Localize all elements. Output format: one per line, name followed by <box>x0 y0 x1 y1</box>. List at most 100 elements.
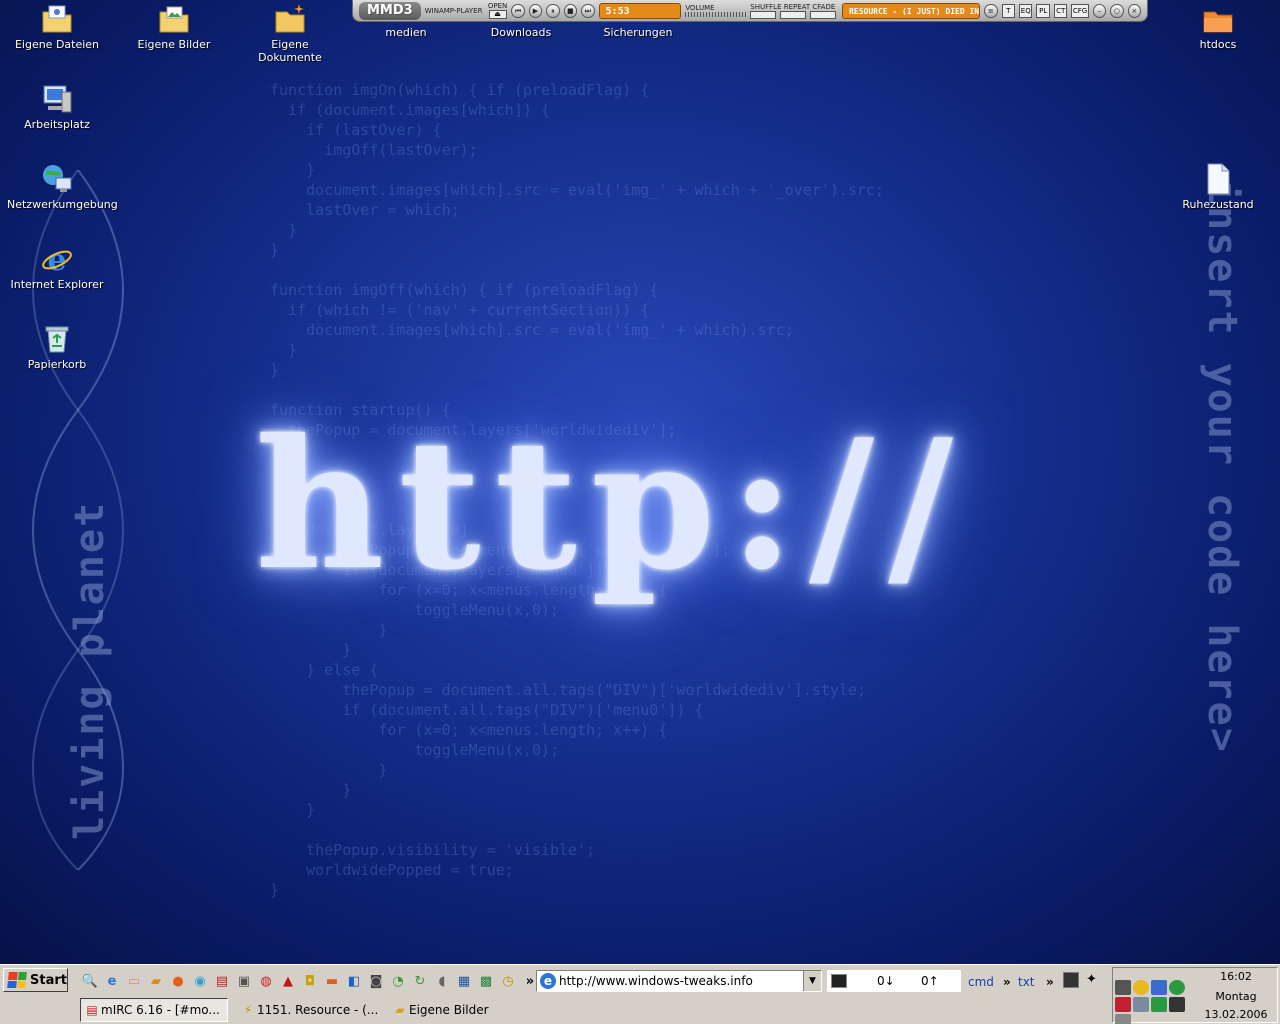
windows-flag-icon <box>7 972 27 988</box>
opera-icon[interactable]: ◍ <box>256 971 276 991</box>
display-tray-icon[interactable] <box>1133 997 1149 1012</box>
task-mirc[interactable]: ▤ mIRC 6.16 - [#mo... <box>80 998 228 1022</box>
restore-icon[interactable]: ○ <box>1110 3 1124 18</box>
desktop-icon-label: Sicherungen <box>603 26 673 39</box>
stop-button[interactable]: ■ <box>563 3 578 18</box>
next-button[interactable]: ⏭ <box>581 3 595 18</box>
desktop-icon-label: Eigene Dateien <box>14 38 100 51</box>
desktop-icon-downloads[interactable]: Downloads <box>471 26 571 39</box>
network-meter: 0↓ 0↑ <box>827 970 961 992</box>
network-graph-icon <box>831 974 847 988</box>
app-tray-icon-2[interactable]: ✦ <box>1086 972 1102 988</box>
app-icon-1[interactable]: ◘ <box>300 971 320 991</box>
task-resource[interactable]: ⚡ 1151. Resource - (... <box>236 998 384 1022</box>
prev-button[interactable]: ⏮ <box>511 3 525 18</box>
folder-quick-icon[interactable]: ▭ <box>124 971 144 991</box>
desktop-icon-arbeitsplatz[interactable]: Arbeitsplatz <box>7 82 107 131</box>
folder-task-icon: ▰ <box>395 1003 405 1017</box>
desktop-icon-htdocs[interactable]: htdocs <box>1168 2 1268 51</box>
refresh-icon[interactable]: ↻ <box>410 971 430 991</box>
play-button[interactable]: ▶ <box>528 3 543 18</box>
mirc-icon[interactable]: ▤ <box>212 971 232 991</box>
menu-icon[interactable]: ≡ <box>984 3 998 18</box>
chevron-down-icon[interactable]: ▼ <box>803 971 821 991</box>
search-icon[interactable]: 🔍 <box>80 971 100 991</box>
network-quick-icon[interactable]: ▦ <box>454 971 474 991</box>
camera-icon[interactable]: ◙ <box>366 971 386 991</box>
desktop-icon-eigene-dokumente[interactable]: Eigene Dokumente <box>240 2 340 64</box>
app-icon-4[interactable]: ◔ <box>388 971 408 991</box>
close-icon[interactable]: × <box>1127 3 1142 18</box>
globe-tray-icon[interactable] <box>1169 980 1185 995</box>
task-eigene-bilder[interactable]: ▰ Eigene Bilder <box>388 998 536 1022</box>
shuffle-toggle[interactable] <box>750 10 777 19</box>
monitor-tray-icon[interactable] <box>1169 997 1185 1012</box>
quick-launch: 🔍 e ▭ ▰ ● ◉ ▤ ▣ ◍ ▲ ◘ ▬ ◧ ◙ ◔ ↻ ◖ ▦ ▩ ◷ … <box>80 970 540 992</box>
desktop-icon-label: Netzwerkumgebung <box>7 198 118 211</box>
explorer-quick-icon[interactable]: ▰ <box>146 971 166 991</box>
shuffle-repeat-group[interactable]: SHUFFLE REPEAT CFADE <box>750 3 838 19</box>
player-btn-pl[interactable]: PL <box>1036 3 1050 18</box>
desktop-icon-sicherungen[interactable]: Sicherungen <box>588 26 688 39</box>
start-button[interactable]: Start <box>3 968 68 992</box>
volume-slider[interactable]: VOLUME <box>685 4 747 17</box>
folder-orange-icon <box>1203 11 1233 33</box>
desktop-icon-netzwerkumgebung[interactable]: Netzwerkumgebung <box>7 162 118 211</box>
svg-text:e: e <box>47 243 66 276</box>
txt-toolbar[interactable]: txt <box>1018 975 1035 989</box>
camera-tray-icon[interactable] <box>1115 980 1131 995</box>
folder-documents-icon <box>42 5 72 33</box>
clock-tray-icon[interactable] <box>1133 980 1149 995</box>
mouse-icon[interactable]: ◖ <box>432 971 452 991</box>
recycle-bin-icon <box>45 326 69 353</box>
player-open[interactable]: OPEN ⏏ <box>488 2 507 19</box>
minimize-icon[interactable]: – <box>1092 3 1107 18</box>
chevron-right-icon[interactable]: » <box>1046 975 1054 989</box>
winamp-task-icon: ⚡ <box>243 1003 253 1017</box>
messenger-icon[interactable]: ◉ <box>190 971 210 991</box>
tray-icons <box>1115 980 1195 1024</box>
app-tray-icon[interactable] <box>1151 997 1167 1012</box>
chevron-right-icon[interactable]: » <box>1003 975 1011 989</box>
address-bar[interactable]: e http://www.windows-tweaks.info ▼ <box>536 970 822 992</box>
player-sub: WINAMP-PLAYER <box>424 6 483 15</box>
desktop-icon-eigene-dateien[interactable]: Eigene Dateien <box>7 2 107 51</box>
pause-button[interactable]: ⏸ <box>546 3 560 18</box>
clock-quick-icon[interactable]: ◷ <box>498 971 518 991</box>
terminal-icon[interactable]: ▣ <box>234 971 254 991</box>
ie-quick-icon[interactable]: e <box>102 971 122 991</box>
desktop-icon-medien[interactable]: medien <box>356 26 456 39</box>
player-btn-cfg[interactable]: CFG <box>1071 3 1089 18</box>
address-value: http://www.windows-tweaks.info <box>559 974 753 988</box>
desktop-icon-internet-explorer[interactable]: e Internet Explorer <box>7 242 107 291</box>
player-btn-t[interactable]: T <box>1001 3 1016 18</box>
clock-time[interactable]: 16:02 <box>1201 970 1271 983</box>
msn-tray-icon[interactable] <box>1115 997 1131 1012</box>
cmd-toolbar[interactable]: cmd <box>968 975 994 989</box>
desktop-icon-ruhezustand[interactable]: Ruhezustand <box>1168 162 1268 211</box>
player-btn-eq[interactable]: EQ <box>1019 3 1033 18</box>
my-computer-icon <box>43 85 72 113</box>
crossfade-toggle[interactable] <box>810 10 837 19</box>
desktop-icon-label: Downloads <box>490 26 552 39</box>
firefox-icon[interactable]: ● <box>168 971 188 991</box>
desktop-icon-label: Arbeitsplatz <box>24 118 90 131</box>
desktop: function imgOn(which) { if (preloadFlag)… <box>0 0 1280 964</box>
network-tray-icon[interactable] <box>1151 980 1167 995</box>
clock-date: 13.02.2006 <box>1204 1008 1268 1021</box>
app-icon-3[interactable]: ◧ <box>344 971 364 991</box>
net-down: 0↓ <box>877 974 895 988</box>
excel-icon[interactable]: ▩ <box>476 971 496 991</box>
wallpaper-headline: http:// <box>255 400 968 609</box>
app-icon-2[interactable]: ▬ <box>322 971 342 991</box>
player-btn-ct[interactable]: CT <box>1053 3 1068 18</box>
tool-tray-icon[interactable] <box>1115 1014 1131 1024</box>
app-tray-icon-1[interactable] <box>1063 972 1079 988</box>
repeat-toggle[interactable] <box>780 10 807 19</box>
volume-label: VOLUME <box>685 4 715 12</box>
desktop-icon-eigene-bilder[interactable]: Eigene Bilder <box>124 2 224 51</box>
player-logo: MMD3 <box>359 1 421 20</box>
desktop-icon-papierkorb[interactable]: Papierkorb <box>7 322 107 371</box>
taskbar: Start 🔍 e ▭ ▰ ● ◉ ▤ ▣ ◍ ▲ ◘ ▬ ◧ ◙ ◔ ↻ ◖ … <box>0 964 1280 1024</box>
acrobat-icon[interactable]: ▲ <box>278 971 298 991</box>
